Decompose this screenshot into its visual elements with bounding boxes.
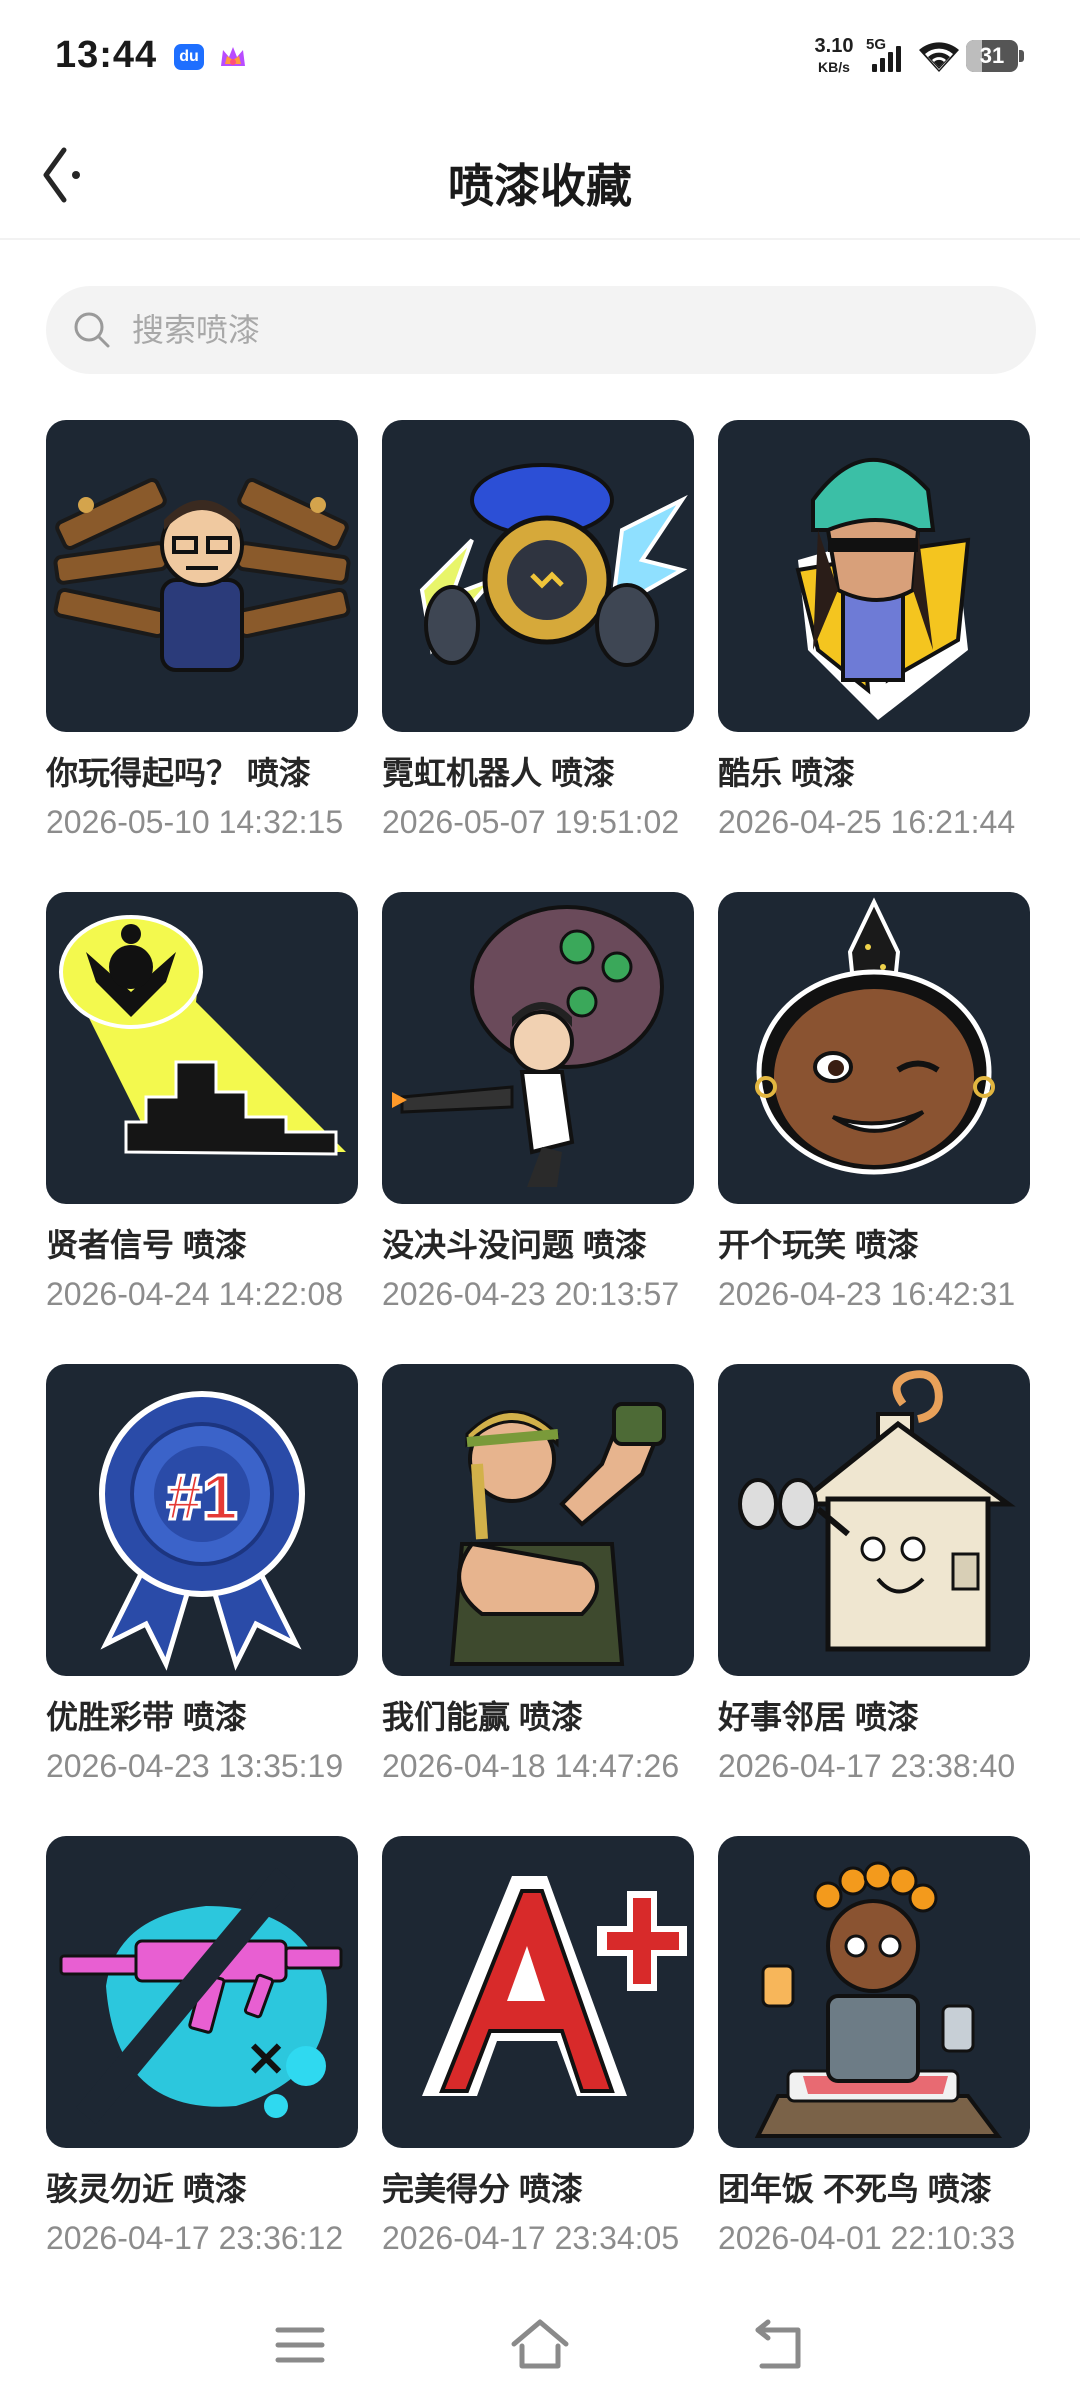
network-speed: 3.10 KB/s xyxy=(814,35,854,75)
spray-image xyxy=(46,892,358,1204)
wifi-icon xyxy=(917,40,961,74)
spray-date: 2026-04-23 13:35:19 xyxy=(46,1748,344,1784)
spray-date: 2026-04-23 16:42:31 xyxy=(718,1276,1016,1312)
spray-date: 2026-04-24 14:22:08 xyxy=(46,1276,344,1312)
spray-image xyxy=(382,1364,694,1676)
spray-name: 团年饭 不死鸟 喷漆 xyxy=(718,2171,992,2207)
spray-image xyxy=(718,1836,1030,2148)
spray-name: 贤者信号 喷漆 xyxy=(46,1227,247,1263)
spray-name: 没决斗没问题 喷漆 xyxy=(382,1227,647,1263)
du-app-icon: du xyxy=(174,44,204,70)
crown-app-icon xyxy=(218,44,248,70)
spray-image xyxy=(718,420,1030,732)
nav-menu-button[interactable] xyxy=(260,2310,340,2380)
cellular-signal-icon: 5G xyxy=(866,36,910,76)
spray-card-7[interactable]: #1 优胜彩带 喷漆 2026-04-23 13:35:19 xyxy=(46,1364,358,1804)
spray-image xyxy=(382,420,694,732)
spray-card-8[interactable]: 我们能赢 喷漆 2026-04-18 14:47:26 xyxy=(382,1364,694,1804)
spray-date: 2026-04-18 14:47:26 xyxy=(382,1748,680,1784)
svg-text:#1: #1 xyxy=(166,1461,237,1533)
spray-date: 2026-04-17 23:36:12 xyxy=(46,2220,344,2256)
spray-card-5[interactable]: 没决斗没问题 喷漆 2026-04-23 20:13:57 xyxy=(382,892,694,1332)
spray-date: 2026-04-17 23:34:05 xyxy=(382,2220,680,2256)
spray-date: 2026-04-23 20:13:57 xyxy=(382,1276,680,1312)
spray-name: 骇灵勿近 喷漆 xyxy=(46,2171,247,2207)
page-title: 喷漆收藏 xyxy=(448,160,632,212)
spray-card-11[interactable]: 完美得分 喷漆 2026-04-17 23:34:05 xyxy=(382,1836,694,2276)
search-input[interactable] xyxy=(132,286,1012,374)
nav-home-button[interactable] xyxy=(500,2310,580,2380)
system-nav-bar xyxy=(0,2290,1080,2400)
spray-card-1[interactable]: 你玩得起吗？ 喷漆 2026-05-10 14:32:15 xyxy=(46,420,358,860)
spray-card-2[interactable]: 霓虹机器人 喷漆 2026-05-07 19:51:02 xyxy=(382,420,694,860)
top-app-bar: 喷漆收藏 xyxy=(0,110,1080,240)
spray-date: 2026-05-10 14:32:15 xyxy=(46,804,344,840)
spray-card-12[interactable]: 团年饭 不死鸟 喷漆 2026-04-01 22:10:33 xyxy=(718,1836,1030,2276)
spray-image xyxy=(718,1364,1030,1676)
battery-icon: 31 xyxy=(966,40,1024,72)
status-time: 13:44 xyxy=(55,34,158,76)
search-bar[interactable] xyxy=(46,286,1036,374)
spray-image: #1 xyxy=(46,1364,358,1676)
spray-name: 完美得分 喷漆 xyxy=(382,2171,583,2207)
spray-card-3[interactable]: 酷乐 喷漆 2026-04-25 16:21:44 xyxy=(718,420,1030,860)
nav-back-button[interactable] xyxy=(740,2310,820,2380)
status-bar: 13:44 du 3.10 KB/s 5G 31 xyxy=(0,0,1080,110)
spray-card-9[interactable]: 好事邻居 喷漆 2026-04-17 23:38:40 xyxy=(718,1364,1030,1804)
spray-name: 你玩得起吗？ 喷漆 xyxy=(46,755,311,791)
spray-image xyxy=(382,1836,694,2148)
spray-name: 优胜彩带 喷漆 xyxy=(46,1699,247,1735)
home-icon xyxy=(511,2319,569,2369)
spray-image xyxy=(718,892,1030,1204)
svg-text:✕: ✕ xyxy=(246,2034,286,2087)
spray-date: 2026-04-17 23:38:40 xyxy=(718,1748,1016,1784)
search-icon xyxy=(74,312,110,348)
spray-card-6[interactable]: 开个玩笑 喷漆 2026-04-23 16:42:31 xyxy=(718,892,1030,1332)
spray-image xyxy=(46,420,358,732)
spray-image xyxy=(382,892,694,1204)
back-icon xyxy=(755,2319,801,2369)
spray-date: 2026-04-25 16:21:44 xyxy=(718,804,1016,840)
spray-date: 2026-04-01 22:10:33 xyxy=(718,2220,1016,2256)
spray-name: 好事邻居 喷漆 xyxy=(718,1699,919,1735)
spray-card-10[interactable]: ✕ 骇灵勿近 喷漆 2026-04-17 23:36:12 xyxy=(46,1836,358,2276)
spray-date: 2026-05-07 19:51:02 xyxy=(382,804,680,840)
spray-name: 霓虹机器人 喷漆 xyxy=(382,755,615,791)
spray-name: 我们能赢 喷漆 xyxy=(382,1699,583,1735)
spray-card-4[interactable]: 贤者信号 喷漆 2026-04-24 14:22:08 xyxy=(46,892,358,1332)
spray-image: ✕ xyxy=(46,1836,358,2148)
spray-name: 酷乐 喷漆 xyxy=(718,755,855,791)
menu-icon xyxy=(275,2327,325,2363)
spray-name: 开个玩笑 喷漆 xyxy=(718,1227,919,1263)
